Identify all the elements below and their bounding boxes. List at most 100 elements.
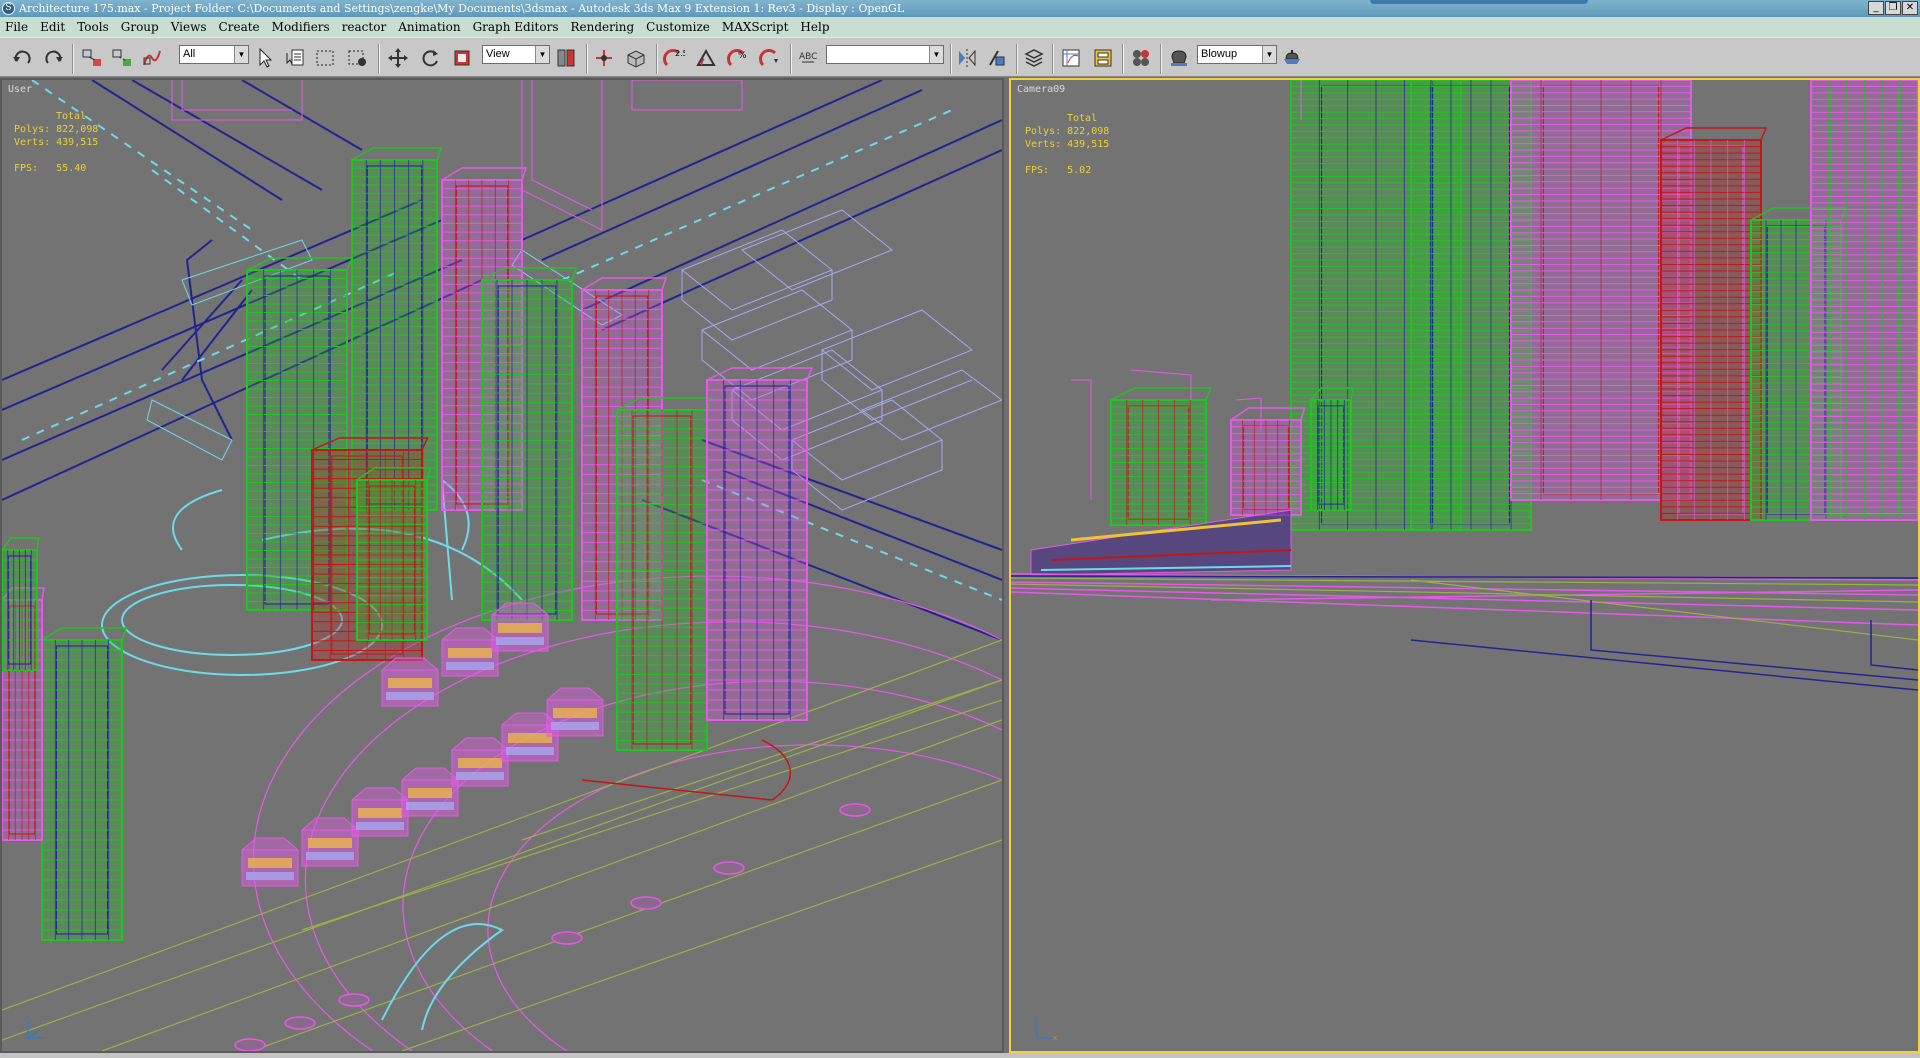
villa-roof (546, 687, 604, 701)
select-by-name-icon[interactable] (283, 46, 307, 70)
menu-create[interactable]: Create (219, 20, 260, 34)
villa-roof (351, 787, 409, 801)
select-and-link-icon[interactable] (80, 46, 104, 70)
edit-named-selections-icon[interactable]: ABC (796, 46, 820, 70)
tower (1310, 387, 1354, 511)
mirror-icon[interactable] (955, 46, 979, 70)
redo-icon[interactable] (42, 46, 66, 70)
tower (2, 537, 40, 671)
snaps-toggle-icon[interactable]: 2.5 (662, 46, 686, 70)
svg-text:2.5: 2.5 (675, 49, 685, 58)
restore-button[interactable]: ❐ (1885, 1, 1901, 15)
menu-animation[interactable]: Animation (398, 20, 460, 34)
unlink-selection-icon[interactable] (110, 46, 134, 70)
close-button[interactable]: ✕ (1902, 1, 1918, 15)
window-title: Architecture 175.max - Project Folder: C… (19, 2, 905, 15)
ground-lines (2, 639, 1002, 1051)
tower-roof (1110, 387, 1212, 401)
svg-text:z: z (1034, 1013, 1038, 1022)
villa-band (248, 858, 292, 868)
align-icon[interactable] (985, 46, 1009, 70)
tower (1230, 407, 1306, 516)
viewport-camera[interactable]: Camera09 Total Polys: 822,098 Verts: 439,5… (1009, 78, 1920, 1053)
select-object-icon[interactable] (253, 46, 277, 70)
villa-base (551, 722, 599, 730)
select-and-manipulate-icon[interactable] (592, 46, 616, 70)
menu-edit[interactable]: Edit (40, 20, 65, 34)
tower-roof (41, 627, 128, 641)
svg-text:z: z (24, 1013, 28, 1022)
minimize-button[interactable]: _ (1868, 1, 1884, 15)
percent-snap-icon[interactable]: % (726, 46, 750, 70)
render-scene-icon[interactable] (1167, 46, 1191, 70)
menu-help[interactable]: Help (800, 20, 829, 34)
stats-polys: Polys: 822,098 (14, 124, 99, 135)
menu-modifiers[interactable]: Modifiers (272, 20, 330, 34)
villa-base (446, 662, 494, 670)
toolbar-separator (1122, 44, 1124, 74)
window-crossing-icon[interactable] (345, 46, 369, 70)
toolbar-separator (950, 44, 952, 74)
viewport-stats-camera: Total Polys: 822,098 Verts: 439,515 FPS: 5.… (1025, 112, 1109, 177)
menu-graph-editors[interactable]: Graph Editors (473, 20, 559, 34)
named-selection-dropdown[interactable]: ▼ (826, 45, 944, 64)
stats-verts: Verts: 439,515 (1025, 139, 1110, 150)
menu-tools[interactable]: Tools (77, 20, 109, 34)
render-preset-dropdown[interactable]: Blowup ▼ (1197, 45, 1277, 64)
keyboard-shortcut-override-icon[interactable] (624, 46, 648, 70)
villa-roof (241, 837, 299, 851)
tower-roof (581, 277, 668, 291)
spinner-snap-icon[interactable] (758, 46, 782, 70)
menu-reactor[interactable]: reactor (342, 20, 387, 34)
material-editor-icon[interactable] (1129, 46, 1153, 70)
menu-maxscript[interactable]: MAXScript (722, 20, 789, 34)
stats-title: Total (1067, 113, 1098, 124)
villa-base (456, 772, 504, 780)
reference-coord-value: View (486, 48, 510, 60)
user-viewport-wireframe (2, 80, 1002, 1051)
menu-rendering[interactable]: Rendering (571, 20, 635, 34)
villa-roof (441, 627, 499, 641)
villa (241, 837, 299, 887)
viewport-label-camera[interactable]: Camera09 (1017, 84, 1065, 95)
tower-roof (2, 537, 40, 551)
menu-file[interactable]: File (5, 20, 28, 34)
axis-tripod-icon: z x (1034, 1013, 1057, 1042)
villa-roof (401, 767, 459, 781)
viewport-label-user[interactable]: User (8, 84, 32, 95)
viewport-user[interactable]: User Total Polys: 822,098 Verts: 439,515 FP… (0, 78, 1004, 1053)
menu-group[interactable]: Group (121, 20, 159, 34)
schematic-view-icon[interactable] (1091, 46, 1115, 70)
villa-band (448, 648, 492, 658)
menu-customize[interactable]: Customize (646, 20, 710, 34)
villa-band (408, 788, 452, 798)
layer-manager-icon[interactable] (1022, 46, 1046, 70)
select-and-move-icon[interactable] (386, 46, 410, 70)
quick-render-icon[interactable] (1280, 46, 1304, 70)
select-and-scale-icon[interactable] (450, 46, 474, 70)
villa (546, 687, 604, 737)
villa-roof (301, 817, 359, 831)
villa (381, 657, 439, 707)
rectangular-selection-icon[interactable] (313, 46, 337, 70)
tower-roof (351, 147, 443, 161)
axis-tripod-icon: z (24, 1013, 44, 1039)
angle-snap-icon[interactable] (694, 46, 718, 70)
tower (706, 367, 814, 721)
app-icon[interactable]: S (2, 2, 15, 15)
curve-editor-icon[interactable] (1059, 46, 1083, 70)
status-bar (0, 1053, 1920, 1058)
reference-coord-dropdown[interactable]: View ▼ (482, 45, 550, 64)
render-preset-value: Blowup (1201, 48, 1238, 60)
menu-views[interactable]: Views (171, 20, 207, 34)
undo-icon[interactable] (10, 46, 34, 70)
stats-polys: Polys: 822,098 (1025, 126, 1110, 137)
pivot-center-icon[interactable] (554, 46, 578, 70)
villa-base (506, 747, 554, 755)
tower (1810, 80, 1918, 521)
select-and-rotate-icon[interactable] (418, 46, 442, 70)
selection-filter-dropdown[interactable]: All ▼ (179, 45, 249, 64)
tower (41, 627, 128, 941)
bind-to-space-warp-icon[interactable] (140, 46, 164, 70)
toolbar-separator (72, 44, 74, 74)
